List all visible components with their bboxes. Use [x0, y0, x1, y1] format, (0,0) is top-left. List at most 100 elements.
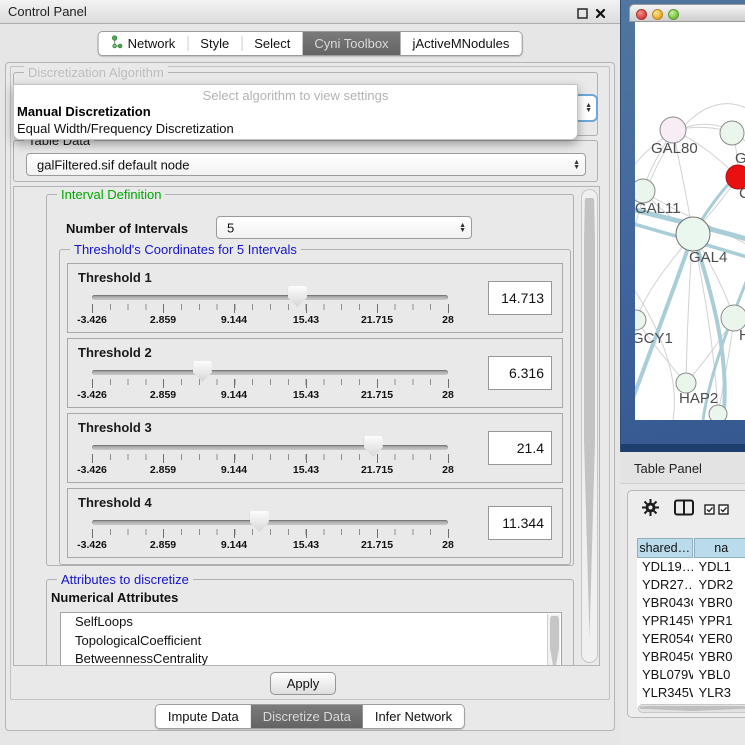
table-panel: shared… na YDL19… YDL1 YDR27… YDR2 [627, 490, 745, 718]
table-cell: YBL079W [637, 666, 693, 684]
table-row[interactable]: YDL19… YDL1 [637, 558, 745, 576]
table-row[interactable]: YPR145W YPR1 [637, 612, 745, 630]
attributes-group-label: Attributes to discretize [57, 572, 193, 587]
minimize-traffic-light[interactable] [652, 9, 663, 20]
close-icon[interactable] [595, 6, 606, 24]
threshold-value-field[interactable] [488, 431, 552, 465]
maximize-traffic-light[interactable] [668, 9, 679, 20]
column-header-shared[interactable]: shared… [637, 538, 693, 558]
tick-label: 2.859 [150, 539, 176, 551]
table-row[interactable]: YER054C YER0 [637, 630, 745, 648]
float-window-icon[interactable] [577, 6, 588, 24]
network-window-titlebar[interactable] [629, 4, 745, 22]
control-panel: Control Panel Network Style Select Cyni … [0, 0, 620, 745]
settings-scrollbar-thumb[interactable] [584, 198, 595, 638]
split-columns-icon[interactable] [674, 499, 694, 521]
number-of-intervals-combo[interactable]: 5 ▲▼ [216, 216, 472, 239]
tab-discretize-data[interactable]: Discretize Data [251, 705, 363, 728]
threshold-value-field[interactable] [488, 506, 552, 540]
list-item[interactable]: BetweennessCentrality [61, 650, 561, 666]
table-cell: YBR045C [637, 648, 693, 666]
list-scrollbar-thumb[interactable] [550, 616, 559, 666]
attributes-group: Attributes to discretize Numerical Attri… [46, 579, 574, 666]
tab-style[interactable]: Style [188, 32, 241, 55]
node-top-right[interactable] [720, 121, 744, 145]
table-body[interactable]: YDL19… YDL1 YDR27… YDR2 YBR043C YBR0 [637, 558, 745, 707]
table-data-combo[interactable]: galFiltered.sif default node ▲▼ [26, 153, 586, 176]
tab-network-label: Network [128, 36, 176, 51]
table-panel-titlebar: Table Panel [620, 452, 745, 484]
slider-major-tick [448, 454, 449, 463]
threshold-value-field[interactable] [488, 356, 552, 390]
table-cell: YDR27… [637, 576, 693, 594]
tab-infer-network[interactable]: Infer Network [363, 705, 464, 728]
table-horizontal-scrollbar[interactable] [638, 704, 745, 713]
tick-label: 21.715 [361, 539, 393, 551]
option-manual-discretization[interactable]: Manual Discretization [17, 104, 151, 119]
slider-track[interactable] [92, 295, 448, 300]
column-header-name[interactable]: na [694, 538, 745, 558]
table-row[interactable]: YBL079W YBL0 [637, 666, 745, 684]
node-gcy1[interactable] [635, 310, 646, 330]
slider-major-tick [234, 304, 235, 313]
slider-minor-ticks [92, 379, 449, 385]
tab-jactivemnodules[interactable]: jActiveMNodules [401, 32, 522, 55]
tab-cyni-toolbox[interactable]: Cyni Toolbox [302, 32, 400, 55]
stepper-arrows-icon: ▲▼ [585, 103, 592, 114]
checkbox-icon[interactable] [704, 502, 715, 520]
list-item[interactable]: SelfLoops [61, 613, 561, 632]
gear-icon[interactable] [642, 499, 659, 521]
table-scrollbar-thumb[interactable] [640, 706, 745, 711]
panel-title: Control Panel [8, 4, 87, 19]
list-scrollbar[interactable] [547, 614, 560, 666]
tick-label: 21.715 [361, 314, 393, 326]
table-cell: YPR145W [637, 612, 693, 630]
tick-label: 15.43 [293, 464, 319, 476]
table-row[interactable]: YBR043C YBR0 [637, 594, 745, 612]
node-label-gal80: GAL80 [651, 140, 698, 157]
number-of-intervals-label: Number of Intervals [66, 221, 188, 236]
control-panel-tabbar: Network Style Select Cyni Toolbox jActiv… [98, 31, 523, 56]
table-cell: YBL0 [694, 666, 745, 684]
tick-label: 28 [442, 539, 454, 551]
option-equal-width-frequency[interactable]: Equal Width/Frequency Discretization [17, 121, 234, 136]
slider-track[interactable] [92, 445, 448, 450]
slider-major-tick [234, 529, 235, 538]
tick-label: -3.426 [77, 464, 107, 476]
apply-button[interactable]: Apply [270, 672, 336, 695]
threshold-label: Threshold 3 [78, 420, 152, 435]
slider-major-tick [448, 304, 449, 313]
algorithm-placeholder-option[interactable]: Select algorithm to view settings [14, 88, 577, 103]
tab-select[interactable]: Select [242, 32, 302, 55]
stepper-arrows-icon: ▲▼ [459, 222, 466, 233]
list-item[interactable]: TopologicalCoefficient [61, 632, 561, 651]
tick-label: 9.144 [221, 539, 247, 551]
network-canvas[interactable]: GAL80 GA C GAL11 GAL4 GCY1 H HAP2 [635, 22, 745, 420]
node-bottom-partial[interactable] [709, 405, 727, 420]
slider-track[interactable] [92, 520, 448, 525]
tick-label: 28 [442, 389, 454, 401]
tab-network[interactable]: Network [99, 32, 188, 55]
numerical-attributes-list[interactable]: SelfLoops TopologicalCoefficient Between… [60, 612, 562, 666]
slider-track[interactable] [92, 370, 448, 375]
slider-major-tick [163, 304, 164, 313]
tab-impute-data[interactable]: Impute Data [156, 705, 251, 728]
slider-major-tick [448, 379, 449, 388]
cyni-bottom-tabbar: Impute Data Discretize Data Infer Networ… [155, 704, 465, 729]
close-traffic-light[interactable] [636, 9, 647, 20]
table-row[interactable]: YLR345W YLR3 [637, 684, 745, 702]
threshold-value-field[interactable] [488, 281, 552, 315]
table-row[interactable]: YDR27… YDR2 [637, 576, 745, 594]
tick-label: 21.715 [361, 464, 393, 476]
settings-scrollbar[interactable] [581, 189, 598, 663]
slider-minor-ticks [92, 454, 449, 460]
table-header-row: shared… na [637, 538, 745, 558]
tick-label: 15.43 [293, 389, 319, 401]
checkbox-icon[interactable] [718, 502, 729, 520]
right-column: GAL80 GA C GAL11 GAL4 GCY1 H HAP2 Table … [620, 0, 745, 745]
tick-label: 28 [442, 314, 454, 326]
table-row[interactable]: YBR045C YBR0 [637, 648, 745, 666]
slider-major-tick [306, 304, 307, 313]
node-gal4[interactable] [676, 217, 710, 251]
control-panel-titlebar: Control Panel [0, 0, 620, 24]
